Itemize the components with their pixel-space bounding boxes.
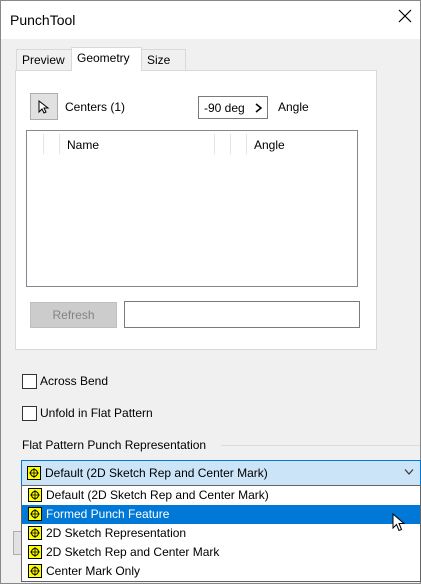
tab-size[interactable]: Size	[141, 49, 186, 70]
punch-feature-icon	[28, 526, 42, 540]
refresh-label: Refresh	[52, 308, 95, 322]
dropdown-option-center-mark[interactable]: Center Mark Only	[22, 562, 420, 581]
punch-feature-icon	[28, 507, 42, 521]
angle-value: -90 deg	[204, 101, 245, 115]
refresh-button[interactable]: Refresh	[30, 302, 117, 328]
punchtool-dialog: PunchTool Preview Geometry Size Centers …	[0, 0, 421, 584]
centers-select-button[interactable]	[30, 93, 58, 120]
hidden-button-edge	[13, 531, 21, 555]
dropdown-option-2d-sketch-center[interactable]: 2D Sketch Rep and Center Mark	[22, 543, 420, 562]
punch-feature-icon	[28, 545, 42, 559]
close-icon	[398, 9, 412, 23]
tab-preview-label: Preview	[22, 53, 65, 67]
flat-pattern-group-label: Flat Pattern Punch Representation	[22, 438, 207, 452]
window-title: PunchTool	[10, 12, 76, 28]
mouse-pointer-icon	[392, 513, 406, 532]
cursor-arrow-icon	[38, 99, 50, 114]
option-label: 2D Sketch Rep and Center Mark	[46, 545, 220, 559]
chevron-right-icon	[255, 102, 263, 113]
column-separator[interactable]	[43, 134, 44, 154]
close-button[interactable]	[398, 9, 414, 25]
angle-label: Angle	[278, 100, 309, 114]
column-separator[interactable]	[214, 134, 215, 154]
dropdown-option-default[interactable]: Default (2D Sketch Rep and Center Mark)	[22, 486, 420, 505]
chevron-down-icon[interactable]	[404, 468, 414, 476]
across-bend-option[interactable]: Across Bend	[22, 372, 108, 390]
unfold-flat-option[interactable]: Unfold in Flat Pattern	[22, 404, 153, 422]
refresh-text-field[interactable]	[124, 301, 360, 328]
option-label: 2D Sketch Representation	[46, 526, 187, 540]
across-bend-checkbox[interactable]	[22, 373, 37, 389]
grid-header: Name Angle	[27, 131, 357, 157]
centers-label: Centers (1)	[65, 100, 126, 114]
dropdown-option-2d-sketch[interactable]: 2D Sketch Representation	[22, 524, 420, 543]
group-divider	[221, 445, 420, 446]
unfold-flat-checkbox[interactable]	[22, 405, 37, 421]
title-bar: PunchTool	[1, 1, 420, 39]
option-label: Default (2D Sketch Rep and Center Mark)	[46, 488, 269, 502]
across-bend-label: Across Bend	[40, 374, 109, 388]
tab-size-label: Size	[147, 53, 171, 67]
flat-pattern-combo[interactable]: Default (2D Sketch Rep and Center Mark)	[21, 460, 421, 486]
tab-geometry-label: Geometry	[77, 51, 130, 65]
punch-feature-icon	[28, 564, 42, 578]
flat-pattern-dropdown-list: Default (2D Sketch Rep and Center Mark) …	[21, 485, 421, 582]
combo-selected-value: Default (2D Sketch Rep and Center Mark)	[45, 466, 268, 480]
tab-geometry[interactable]: Geometry	[71, 47, 142, 71]
column-header-angle[interactable]: Angle	[254, 138, 285, 152]
angle-arrow-button[interactable]	[251, 97, 267, 118]
centers-grid[interactable]: Name Angle	[26, 130, 358, 287]
punch-feature-icon	[28, 488, 42, 502]
column-separator[interactable]	[230, 134, 231, 154]
column-separator[interactable]	[59, 134, 60, 154]
column-header-name[interactable]: Name	[67, 138, 99, 152]
tab-preview[interactable]: Preview	[16, 49, 72, 70]
option-label: Center Mark Only	[46, 564, 141, 578]
option-label: Formed Punch Feature	[46, 507, 170, 521]
angle-input[interactable]: -90 deg	[198, 96, 268, 119]
column-separator[interactable]	[246, 134, 247, 154]
geometry-panel: Centers (1) -90 deg Angle Name Angle Ref…	[15, 70, 377, 350]
dropdown-option-formed-punch[interactable]: Formed Punch Feature	[22, 505, 420, 524]
punch-feature-icon	[27, 466, 41, 480]
unfold-flat-label: Unfold in Flat Pattern	[40, 406, 153, 420]
